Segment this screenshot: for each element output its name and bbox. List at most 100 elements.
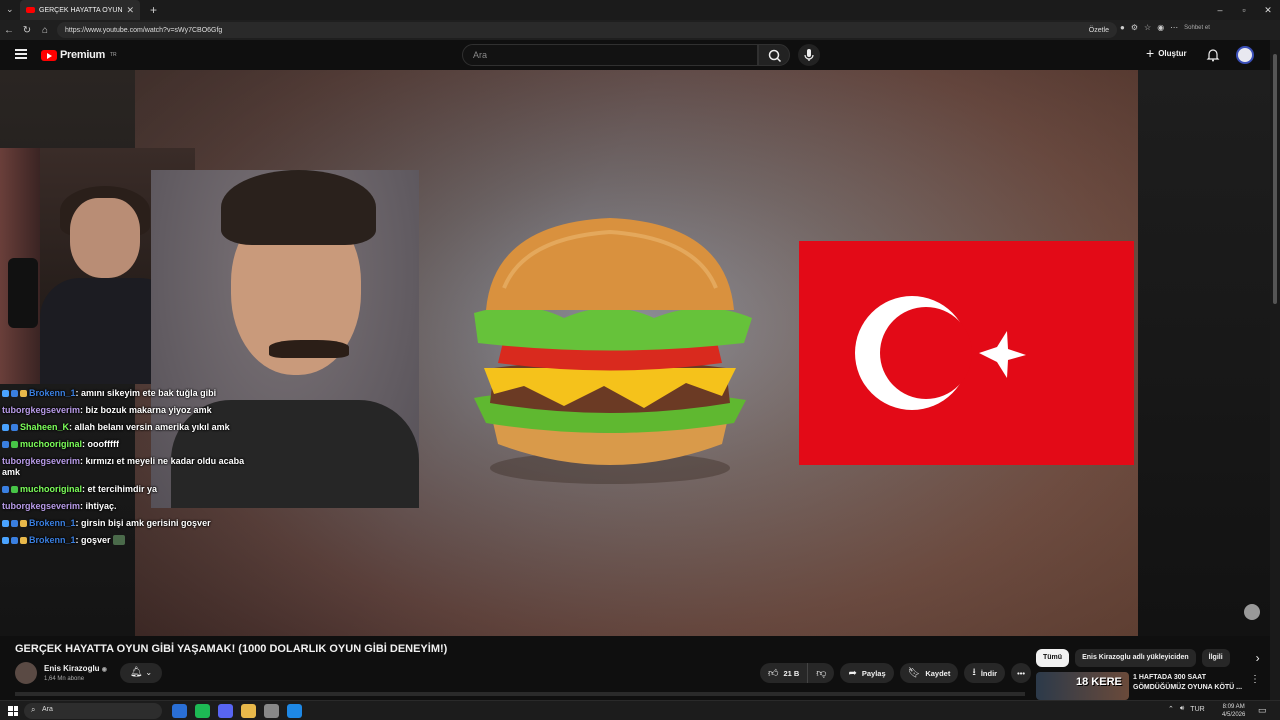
speaker-icon[interactable]: 🔊︎ (1180, 705, 1184, 713)
chat-badge-icon (2, 486, 9, 493)
chat-badge-icon (11, 537, 18, 544)
like-button[interactable]: 👍︎ 21 B (760, 663, 809, 683)
chat-badge-icon (11, 441, 18, 448)
taskbar-app-icon[interactable] (241, 704, 256, 718)
voice-search-button[interactable] (798, 44, 820, 66)
chat-username: Brokenn_1 (29, 388, 76, 398)
chat-badge-icon (2, 537, 9, 544)
new-tab-button[interactable]: + (150, 3, 157, 17)
bell-icon (1206, 49, 1220, 62)
chat-badge-icon (2, 390, 9, 397)
subscription-bell-button[interactable]: 🔔︎ ⌄ (120, 663, 162, 683)
share-button[interactable]: ➦ Paylaş (840, 663, 894, 683)
hamburger-menu-icon[interactable] (15, 49, 27, 59)
browser-tab[interactable]: GERÇEK HAYATTA OYUN GİBİ ✕ (20, 0, 140, 20)
youtube-premium-logo[interactable]: Premium TR (41, 49, 117, 61)
more-vert-icon[interactable]: ⋮ (1250, 674, 1260, 685)
minimize-button[interactable]: – (1208, 0, 1232, 20)
close-tab-icon[interactable]: ✕ (126, 5, 134, 16)
extension-icon[interactable]: ● (1120, 23, 1125, 32)
more-actions-button[interactable]: ••• (1011, 663, 1032, 683)
video-player[interactable]: Brokenn_1: amını sikeyim ete bak tuğla g… (0, 70, 1270, 636)
window-controls: – ▫ ✕ (1208, 0, 1280, 20)
chat-text: : ihtiyaç. (80, 501, 117, 511)
search-icon: ⌕ (31, 705, 36, 714)
recommended-video-thumbnail[interactable]: 18 KERE (1036, 672, 1129, 700)
chat-text: : girsin bişi amk gerisini goşver (75, 518, 211, 528)
download-button[interactable]: ⭳ İndir (964, 663, 1006, 683)
back-arrow-icon[interactable]: ← (0, 25, 18, 36)
share-label: Paylaş (861, 668, 886, 678)
youtube-header: Premium TR Ara + Oluştur (0, 40, 1270, 70)
copilot-chat-button[interactable]: Sohbet et (1184, 25, 1210, 31)
chat-message: tuborgkegseverim: biz bozuk makarna yiyo… (2, 405, 252, 416)
chevron-right-icon[interactable]: › (1256, 651, 1260, 665)
address-bar-row: ← ↻ ⌂ https://www.youtube.com/watch?v=sW… (0, 20, 1280, 40)
taskbar-app-icon[interactable] (195, 704, 210, 718)
channel-name[interactable]: Enis Kirazoglu ◉ (44, 664, 107, 673)
windows-start-icon[interactable] (8, 706, 18, 716)
like-count: 21 B (783, 668, 800, 678)
taskbar-clock[interactable]: 8:09 AM 4/5/2026 (1222, 703, 1245, 719)
chip-all[interactable]: Tümü (1036, 649, 1070, 667)
channel-watermark-icon[interactable] (1244, 604, 1260, 620)
channel-name-text: Enis Kirazoglu (44, 664, 100, 673)
chat-message: muchooriginal: ooofffff (2, 439, 252, 450)
video-actions: 👍︎ 21 B 👎︎ ➦ Paylaş 🔖︎ Kaydet ⭳ İndir ••• (760, 663, 1032, 683)
favorites-icon[interactable]: ☆ (1144, 23, 1151, 32)
notifications-button[interactable] (1206, 48, 1220, 67)
chip-from-uploader[interactable]: Enis Kirazoglu adlı yükleyiciden (1075, 649, 1196, 667)
chip-related[interactable]: İlgili (1201, 649, 1230, 667)
youtube-favicon-icon (26, 7, 35, 13)
account-avatar[interactable] (1236, 46, 1254, 64)
search-button[interactable] (758, 44, 790, 66)
search-input[interactable]: Ara (462, 44, 758, 66)
language-indicator[interactable]: TUR (1190, 706, 1204, 713)
chat-username: muchooriginal (20, 484, 83, 494)
extension-toolbar: ● ⚙ ☆ ◉ ⋯ Sohbet et (1120, 23, 1210, 32)
recommended-video-title[interactable]: 1 HAFTADA 300 SAAT GÖMDÜĞÜMÜZ OYUNA KÖTÜ… (1133, 673, 1245, 693)
chevron-up-icon[interactable]: ⌃ (1168, 705, 1174, 713)
create-button[interactable]: + Oluştur (1146, 45, 1187, 61)
taskbar-search[interactable]: ⌕ Ara (24, 703, 162, 719)
menu-dots-icon[interactable]: ⋯ (1170, 23, 1178, 32)
home-icon[interactable]: ⌂ (36, 25, 54, 36)
notification-icon[interactable]: ▭ (1258, 705, 1267, 716)
chat-text: : amını sikeyim ete bak tuğla gibi (75, 388, 217, 398)
taskbar-app-icon[interactable] (218, 704, 233, 718)
tab-actions-icon[interactable]: ⌄ (6, 4, 14, 15)
chat-badge-icon (20, 520, 27, 527)
maximize-button[interactable]: ▫ (1232, 0, 1256, 20)
chat-badge-icon (20, 537, 27, 544)
chat-message: Shaheen_K: allah belanı versin amerika y… (2, 422, 252, 433)
logo-region: TR (109, 52, 117, 58)
bookmark-icon: 🔖︎ (907, 667, 921, 679)
settings-icon[interactable]: ⚙ (1131, 23, 1138, 32)
close-window-button[interactable]: ✕ (1256, 0, 1280, 20)
profile-icon[interactable]: ◉ (1157, 23, 1164, 32)
url-field[interactable]: https://www.youtube.com/watch?v=sWy7CBO6… (57, 22, 1117, 38)
chat-username: tuborgkegseverim (2, 501, 81, 511)
search-icon (768, 49, 782, 63)
taskbar-app-icon[interactable] (287, 704, 302, 718)
page-scrollbar[interactable] (1270, 40, 1280, 700)
crescent-star-icon (855, 296, 1026, 410)
chat-message: Brokenn_1: girsin bişi amk gerisini goşv… (2, 518, 252, 529)
taskbar-app-icon[interactable] (172, 704, 187, 718)
dislike-button[interactable]: 👎︎ (808, 663, 835, 683)
reload-icon[interactable]: ↻ (18, 25, 36, 36)
chat-username: tuborgkegseverim (2, 405, 81, 415)
taskbar-apps (172, 704, 302, 718)
microphone-icon (804, 49, 814, 61)
bell-icon: 🔔︎ (129, 667, 143, 678)
plus-icon: + (1146, 45, 1155, 61)
channel-avatar[interactable] (15, 662, 37, 684)
like-dislike-group: 👍︎ 21 B 👎︎ (760, 663, 835, 683)
browser-tab-bar: ⌄ GERÇEK HAYATTA OYUN GİBİ ✕ + – ▫ ✕ (0, 0, 1280, 20)
chat-message: tuborgkegseverim: ihtiyaç. (2, 501, 252, 512)
taskbar-app-icon[interactable] (264, 704, 279, 718)
youtube-play-icon (41, 49, 57, 61)
save-button[interactable]: 🔖︎ Kaydet (899, 663, 959, 683)
chat-text: : allah belanı versin amerika yıkıl amk (69, 422, 230, 432)
summarize-button[interactable]: Özetle (1089, 27, 1109, 34)
